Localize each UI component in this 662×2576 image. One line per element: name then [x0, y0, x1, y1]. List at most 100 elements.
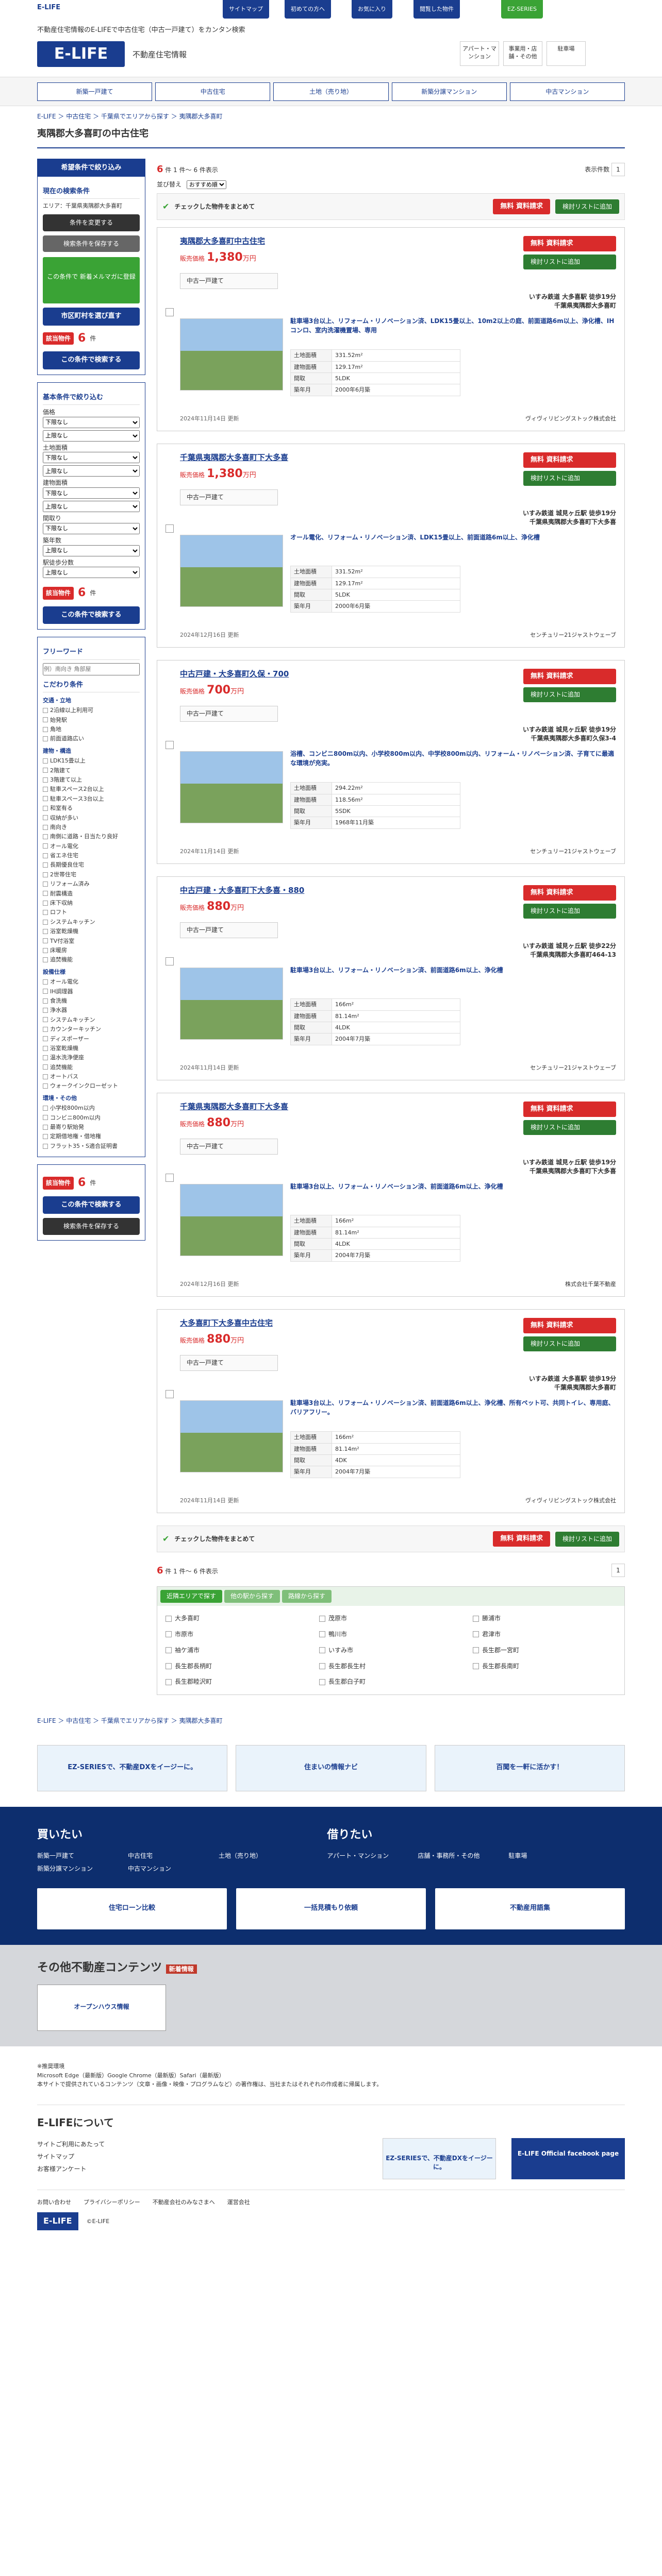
condition-checkbox[interactable]: コンビニ800m以内 [43, 1114, 140, 1122]
footer-link[interactable]: 新築一戸建て [37, 1852, 114, 1860]
small-logo[interactable]: E-LIFE [37, 3, 60, 12]
favorite-button[interactable]: 検討リストに追加 [523, 1120, 616, 1136]
request-button[interactable]: 無料 資料請求 [523, 885, 616, 901]
price-max-select[interactable]: 上限なし [43, 430, 140, 442]
building-min-select[interactable]: 下限なし [43, 487, 140, 499]
bulk-favorite-button[interactable]: 検討リストに追加 [555, 199, 619, 214]
condition-checkbox[interactable]: 和室有る [43, 804, 140, 812]
footer-link[interactable]: 店舗・事務所・その他 [418, 1852, 495, 1860]
save-conditions-button[interactable]: 検索条件を保存する [43, 235, 140, 252]
condition-checkbox[interactable]: 始発駅 [43, 716, 140, 724]
bulk-favorite-button-bottom[interactable]: 検討リストに追加 [555, 1531, 619, 1547]
listing-photo[interactable] [180, 1184, 283, 1257]
listing-photo[interactable] [180, 318, 283, 391]
sort-select[interactable]: おすすめ順 [186, 180, 226, 189]
glossary-banner[interactable]: 不動産用語集 [435, 1888, 625, 1930]
link-apartment[interactable]: アパート・マンション [460, 41, 499, 66]
condition-checkbox[interactable]: 床暖房 [43, 946, 140, 954]
tab-line[interactable]: 路線から探す [282, 1590, 332, 1603]
save-conditions-button-2[interactable]: 検索条件を保存する [43, 1218, 140, 1235]
condition-checkbox[interactable]: 2階建て [43, 767, 140, 774]
gnav-first[interactable]: 初めての方へ [285, 0, 331, 19]
ad-banner-hyakubun[interactable]: 百聞を一軒に活かす！ [434, 1744, 625, 1791]
area-checkbox[interactable]: 大多喜町 [166, 1614, 309, 1623]
condition-checkbox[interactable]: TV付浴室 [43, 937, 140, 945]
footer-link[interactable]: 土地（売り地） [219, 1852, 296, 1860]
land-max-select[interactable]: 上限なし [43, 465, 140, 477]
condition-checkbox[interactable]: 耐震構造 [43, 890, 140, 897]
condition-checkbox[interactable]: 追焚機能 [43, 1063, 140, 1071]
bulk-request-button-bottom[interactable]: 無料 資料請求 [493, 1531, 550, 1547]
area-checkbox[interactable]: いすみ市 [319, 1646, 462, 1655]
area-checkbox[interactable]: 長生郡長生村 [319, 1662, 462, 1671]
area-checkbox[interactable]: 市原市 [166, 1630, 309, 1639]
search-button-2[interactable]: この条件で検索する [43, 606, 140, 624]
change-conditions-button[interactable]: 条件を変更する [43, 214, 140, 231]
condition-checkbox[interactable]: ディスポーザー [43, 1035, 140, 1043]
ad-banner-ez[interactable]: EZ-SERIESで、不動産DXをイージーに。 [37, 1744, 228, 1791]
footer-link[interactable]: 新築分譲マンション [37, 1865, 114, 1873]
condition-checkbox[interactable]: カウンターキッチン [43, 1025, 140, 1033]
condition-checkbox[interactable]: 床下収納 [43, 899, 140, 907]
condition-checkbox[interactable]: 定期借地権・借地権 [43, 1132, 140, 1140]
breadcrumb[interactable]: E-LIFE ＞ 中古住宅 ＞ 千葉県でエリアから探す ＞ 夷隅郡大多喜町 [37, 106, 625, 125]
condition-checkbox[interactable]: システムキッチン [43, 1016, 140, 1024]
condition-checkbox[interactable]: リフォーム済み [43, 880, 140, 888]
nav-new-house[interactable]: 新築一戸建て [37, 82, 153, 101]
link-business[interactable]: 事業用・店舗・その他 [503, 41, 542, 66]
bottom-link-agents[interactable]: 不動産会社のみなさまへ [153, 2198, 215, 2206]
footer-link[interactable]: 駐車場 [508, 1852, 586, 1860]
condition-checkbox[interactable]: 駐車スペース3台以上 [43, 795, 140, 803]
condition-checkbox[interactable]: 追焚機能 [43, 956, 140, 963]
about-link-usage[interactable]: サイトご利用にあたって [37, 2138, 367, 2150]
bottom-link-privacy[interactable]: プライバシーポリシー [84, 2198, 140, 2206]
condition-checkbox[interactable]: LDK15畳以上 [43, 757, 140, 765]
layout-select[interactable]: 下限なし [43, 522, 140, 534]
area-checkbox[interactable]: 君津市 [473, 1630, 616, 1639]
request-button[interactable]: 無料 資料請求 [523, 669, 616, 685]
listing-checkbox[interactable] [166, 524, 174, 533]
condition-checkbox[interactable]: 駐車スペース2台以上 [43, 785, 140, 793]
land-min-select[interactable]: 下限なし [43, 452, 140, 464]
openhouse-banner[interactable]: オープンハウス情報 [37, 1985, 166, 2031]
listing-photo[interactable] [180, 968, 283, 1040]
condition-checkbox[interactable]: フラット35・S適合証明書 [43, 1142, 140, 1150]
estimate-banner[interactable]: 一括見積もり依頼 [236, 1888, 426, 1930]
condition-checkbox[interactable]: 省エネ住宅 [43, 852, 140, 859]
nav-used-mansion[interactable]: 中古マンション [509, 82, 625, 101]
about-link-survey[interactable]: お客様アンケート [37, 2163, 367, 2175]
condition-checkbox[interactable]: 3階建て以上 [43, 776, 140, 784]
age-select[interactable]: 上限なし [43, 545, 140, 556]
condition-checkbox[interactable]: ロフト [43, 908, 140, 916]
area-checkbox[interactable]: 鴨川市 [319, 1630, 462, 1639]
nav-new-mansion[interactable]: 新築分譲マンション [391, 82, 507, 101]
footer-logo[interactable]: E-LIFE [37, 2212, 78, 2230]
mail-button[interactable]: EZ-SERIES [501, 0, 543, 19]
facebook-banner[interactable]: E-LIFE Official facebook page [511, 2138, 625, 2179]
condition-checkbox[interactable]: 2世帯住宅 [43, 871, 140, 878]
page-1-bottom[interactable]: 1 [611, 1564, 625, 1578]
nav-used-house[interactable]: 中古住宅 [155, 82, 271, 101]
area-checkbox[interactable]: 茂原市 [319, 1614, 462, 1623]
listing-checkbox[interactable] [166, 1390, 174, 1399]
condition-checkbox[interactable]: 角地 [43, 725, 140, 733]
gnav-history[interactable]: 閲覧した物件 [413, 0, 460, 19]
search-button-3[interactable]: この条件で検索する [43, 1196, 140, 1214]
listing-photo[interactable] [180, 751, 283, 824]
footer-link[interactable]: 中古マンション [128, 1865, 205, 1873]
page-1[interactable]: 1 [611, 162, 625, 176]
condition-checkbox[interactable]: 浴室乾燥機 [43, 1044, 140, 1052]
condition-checkbox[interactable]: 浴室乾燥機 [43, 927, 140, 935]
favorite-button[interactable]: 検討リストに追加 [523, 1336, 616, 1352]
condition-checkbox[interactable]: オール電化 [43, 978, 140, 986]
listing-photo[interactable] [180, 535, 283, 607]
area-checkbox[interactable]: 勝浦市 [473, 1614, 616, 1623]
free-word-input[interactable] [43, 663, 140, 675]
listing-checkbox[interactable] [166, 741, 174, 750]
site-logo[interactable]: E-LIFE [37, 41, 125, 67]
area-checkbox[interactable]: 長生郡一宮町 [473, 1646, 616, 1655]
condition-checkbox[interactable]: 小学校800m以内 [43, 1104, 140, 1112]
request-button[interactable]: 無料 資料請求 [523, 1101, 616, 1117]
condition-checkbox[interactable]: 最寄り駅始発 [43, 1123, 140, 1131]
condition-checkbox[interactable]: 食洗機 [43, 997, 140, 1005]
